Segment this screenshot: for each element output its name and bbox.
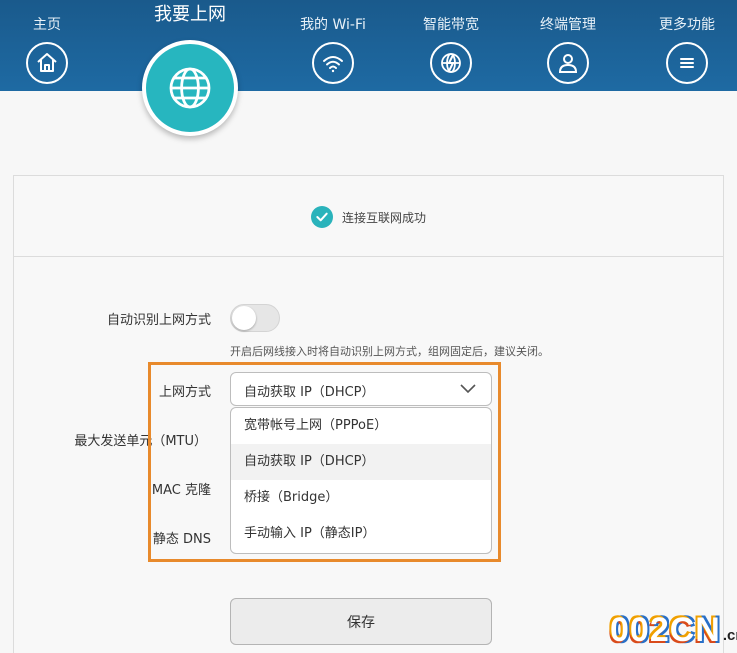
chevron-down-icon [460,384,476,394]
watermark-suffix: .cn [722,627,737,644]
nav-wifi-label: 我的 Wi-Fi [300,17,366,33]
connection-mode-label: 上网方式 [158,385,211,400]
nav-internet-label: 我要上网 [154,4,226,25]
connection-mode-value: 自动获取 IP（DHCP） [244,385,375,400]
static-dns-label: 静态 DNS [152,532,211,547]
nav-item-internet[interactable]: 我要上网 [130,0,250,140]
mac-clone-label: MAC 克隆 [151,483,211,498]
nav-more-label: 更多功能 [659,17,715,33]
auto-detect-toggle[interactable] [230,304,280,332]
watermark-text: 002CN [610,611,721,649]
wifi-icon [312,42,354,84]
option-dhcp[interactable]: 自动获取 IP（DHCP） [231,444,491,480]
mtu-label: 最大发送单元（MTU） [74,434,207,449]
watermark-logo: 002CN .cn [610,608,737,650]
nav-home-label: 主页 [33,17,61,33]
globe-lightning-icon [430,42,472,84]
globe-icon [142,40,238,136]
nav-item-home[interactable]: 主页 [0,0,97,91]
option-pppoe[interactable]: 宽带帐号上网（PPPoE） [231,408,491,444]
connection-status-text: 连接互联网成功 [342,210,427,225]
connection-status: 连接互联网成功 [311,206,426,228]
nav-item-wifi[interactable]: 我的 Wi-Fi [283,0,383,91]
nav-devices-label: 终端管理 [540,17,596,33]
menu-icon [666,42,708,84]
nav-bandwidth-label: 智能带宽 [423,17,479,33]
connection-mode-dropdown: 宽带帐号上网（PPPoE） 自动获取 IP（DHCP） 桥接（Bridge） 手… [230,407,492,554]
option-static-ip[interactable]: 手动输入 IP（静态IP） [231,516,491,552]
check-icon [311,206,333,228]
auto-detect-label: 自动识别上网方式 [106,313,211,328]
nav-item-more[interactable]: 更多功能 [637,0,737,91]
user-icon [547,42,589,84]
auto-detect-hint: 开启后网线接入时将自动识别上网方式，组网固定后，建议关闭。 [230,345,549,358]
option-bridge[interactable]: 桥接（Bridge） [231,480,491,516]
status-area: 连接互联网成功 [14,176,723,257]
save-button[interactable]: 保存 [230,598,492,645]
connection-mode-select[interactable]: 自动获取 IP（DHCP） [230,372,492,406]
home-icon [26,42,68,84]
nav-item-devices[interactable]: 终端管理 [518,0,618,91]
toggle-knob [232,306,256,330]
top-navigation: 主页 我的 Wi-Fi 智能带宽 终端管理 更多功能 [0,0,737,91]
nav-item-bandwidth[interactable]: 智能带宽 [401,0,501,91]
settings-panel: 连接互联网成功 自动识别上网方式 开启后网线接入时将自动识别上网方式，组网固定后… [13,175,724,653]
